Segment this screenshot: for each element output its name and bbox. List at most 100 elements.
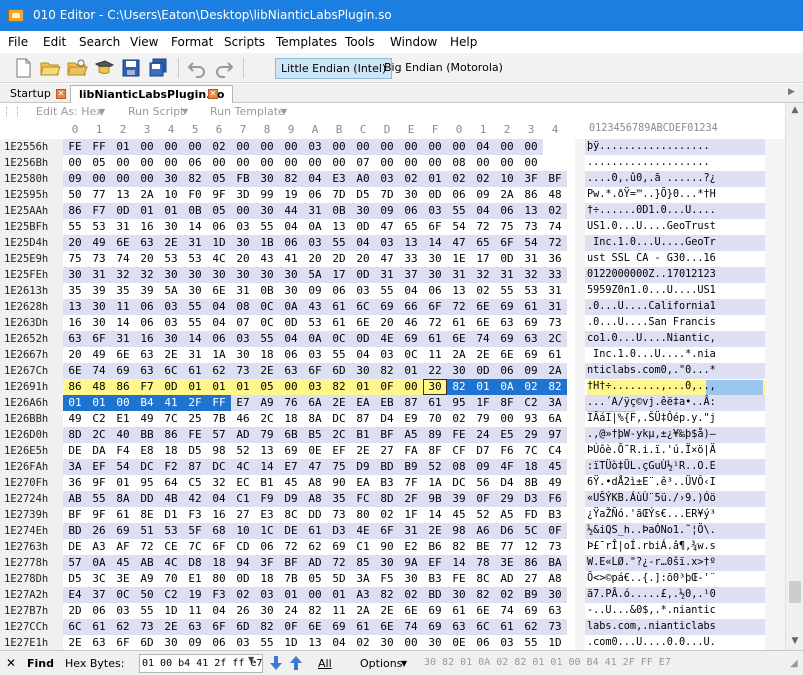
hex-byte[interactable]: 06 <box>447 187 471 203</box>
hex-byte[interactable]: 63 <box>519 331 543 347</box>
hex-byte[interactable]: 0C <box>327 331 351 347</box>
hex-byte[interactable]: 30 <box>255 603 279 619</box>
hex-byte[interactable]: 46 <box>231 411 255 427</box>
hex-byte[interactable]: 5F <box>183 523 207 539</box>
hex-byte[interactable]: 6E <box>495 347 519 363</box>
hex-byte[interactable]: 49 <box>63 411 87 427</box>
hex-byte[interactable]: 4E <box>375 331 399 347</box>
hex-byte[interactable]: B1 <box>351 427 375 443</box>
hex-byte[interactable]: 00 <box>135 171 159 187</box>
hex-byte[interactable]: 99 <box>255 187 279 203</box>
row-ascii[interactable]: Inc.1.0...U....GeoTr <box>587 237 716 248</box>
hex-byte[interactable]: 04 <box>207 315 231 331</box>
row-ascii[interactable]: þÿ.................. <box>587 141 710 152</box>
hex-byte[interactable]: 1B <box>255 235 279 251</box>
hex-byte[interactable]: 7B <box>279 571 303 587</box>
hex-byte[interactable]: 04 <box>399 283 423 299</box>
hex-row[interactable]: 1E256Bh 00 05 00 00 00 06 00 00 00 00 00 00 07 00 00 00 0… <box>0 155 765 171</box>
hex-byte[interactable]: 01 <box>399 363 423 379</box>
hex-byte[interactable]: 04 <box>279 219 303 235</box>
hex-byte[interactable]: 02 <box>375 507 399 523</box>
hex-byte[interactable]: 13 <box>519 203 543 219</box>
hex-byte[interactable]: 69 <box>111 363 135 379</box>
hex-byte[interactable]: BF <box>543 171 567 187</box>
hex-byte[interactable]: 05 <box>303 571 327 587</box>
hex-byte[interactable]: 00 <box>423 139 447 155</box>
hex-byte[interactable]: 06 <box>207 331 231 347</box>
hex-byte[interactable]: 6F <box>303 363 327 379</box>
hex-byte[interactable]: 0F <box>279 619 303 635</box>
hex-byte[interactable]: 05 <box>255 379 279 395</box>
hex-byte[interactable]: 39 <box>87 283 111 299</box>
hex-byte[interactable]: 82 <box>183 171 207 187</box>
hex-byte[interactable]: 02 <box>519 379 543 395</box>
hex-row[interactable]: 1E2628h 13 30 11 06 03 55 04 08 0C 0A 43 61 6C 69 66 6F 7… <box>0 299 765 315</box>
hex-byte[interactable]: 30 <box>351 203 375 219</box>
hex-byte[interactable]: 11 <box>327 603 351 619</box>
hex-row[interactable]: 1E263Dh 16 30 14 06 03 55 04 07 0C 0D 53 61 6E 20 46 72 6… <box>0 315 765 331</box>
hex-byte[interactable]: 57 <box>63 555 87 571</box>
hex-byte[interactable]: 30 <box>231 347 255 363</box>
hex-byte[interactable]: 62 <box>111 619 135 635</box>
menu-view[interactable]: View <box>130 35 158 49</box>
hex-byte[interactable]: 63 <box>63 331 87 347</box>
hex-byte[interactable]: 7C <box>183 539 207 555</box>
hex-byte[interactable]: F9 <box>255 491 279 507</box>
hex-byte[interactable]: B1 <box>255 475 279 491</box>
hex-byte[interactable]: 63 <box>543 603 567 619</box>
big-endian-button[interactable]: Big Endian (Motorola) <box>379 58 508 79</box>
hex-byte[interactable]: D5 <box>183 443 207 459</box>
hex-byte[interactable]: 02 <box>447 171 471 187</box>
hex-byte[interactable]: FC <box>351 491 375 507</box>
hex-byte[interactable]: 70 <box>423 411 447 427</box>
hex-byte[interactable]: 06 <box>87 603 111 619</box>
hex-byte[interactable]: 87 <box>183 459 207 475</box>
hex-byte[interactable]: 8E <box>135 507 159 523</box>
hex-byte[interactable]: 37 <box>399 267 423 283</box>
hex-byte[interactable]: 53 <box>159 523 183 539</box>
hex-byte[interactable]: BD <box>63 523 87 539</box>
hex-byte[interactable]: 07 <box>231 315 255 331</box>
hex-byte[interactable]: FE <box>183 427 207 443</box>
hex-byte[interactable]: 1D <box>207 235 231 251</box>
hex-byte[interactable]: 8B <box>519 475 543 491</box>
hex-byte[interactable]: 00 <box>327 155 351 171</box>
hex-byte[interactable]: 6E <box>303 619 327 635</box>
hex-byte[interactable]: 31 <box>519 251 543 267</box>
hex-byte[interactable]: 31 <box>111 219 135 235</box>
hex-byte[interactable]: 69 <box>399 331 423 347</box>
hex-byte[interactable]: 5A <box>159 283 183 299</box>
hex-byte[interactable]: E1 <box>111 411 135 427</box>
hex-row[interactable]: 1E2724h AB 55 8A DD 4B 42 04 C1 F9 D9 A8 35 FC 8D 2F 9B 3… <box>0 491 765 507</box>
scrollbar-thumb[interactable] <box>789 581 801 603</box>
hex-byte[interactable]: 62 <box>303 539 327 555</box>
hex-byte[interactable]: 7D <box>327 187 351 203</box>
hex-byte[interactable]: 55 <box>255 331 279 347</box>
hex-byte[interactable]: 72 <box>279 539 303 555</box>
hex-byte[interactable]: 02 <box>471 283 495 299</box>
hex-row[interactable]: 1E25FEh 30 31 32 32 30 30 30 30 30 30 5A 17 0D 31 37 30 3… <box>0 267 765 283</box>
hex-byte[interactable]: 06 <box>495 363 519 379</box>
hex-byte[interactable]: 5C <box>519 523 543 539</box>
hex-byte[interactable]: 2C <box>87 427 111 443</box>
hex-byte[interactable]: 06 <box>135 315 159 331</box>
hex-byte[interactable]: 54 <box>447 219 471 235</box>
hex-byte[interactable]: 55 <box>183 315 207 331</box>
hex-byte[interactable]: 6C <box>351 299 375 315</box>
hex-byte[interactable]: 73 <box>543 619 567 635</box>
hex-byte[interactable]: 31 <box>399 523 423 539</box>
hex-byte[interactable]: 09 <box>471 459 495 475</box>
hex-byte[interactable]: 7D <box>375 187 399 203</box>
hex-byte[interactable]: 6F <box>375 523 399 539</box>
hex-byte[interactable]: 47 <box>447 235 471 251</box>
menu-tools[interactable]: Tools <box>345 35 375 49</box>
row-ascii[interactable]: ....0,.û0,.ã ......?¿ <box>587 173 716 184</box>
hex-byte[interactable]: B9 <box>519 587 543 603</box>
hex-byte[interactable]: 04 <box>207 491 231 507</box>
hex-byte[interactable]: D5 <box>351 187 375 203</box>
hex-byte[interactable]: 3E <box>111 571 135 587</box>
open-folder-icon[interactable] <box>39 57 61 79</box>
hex-byte[interactable]: 30 <box>399 187 423 203</box>
hex-byte[interactable]: 72 <box>327 555 351 571</box>
hex-byte[interactable]: 13 <box>63 299 87 315</box>
